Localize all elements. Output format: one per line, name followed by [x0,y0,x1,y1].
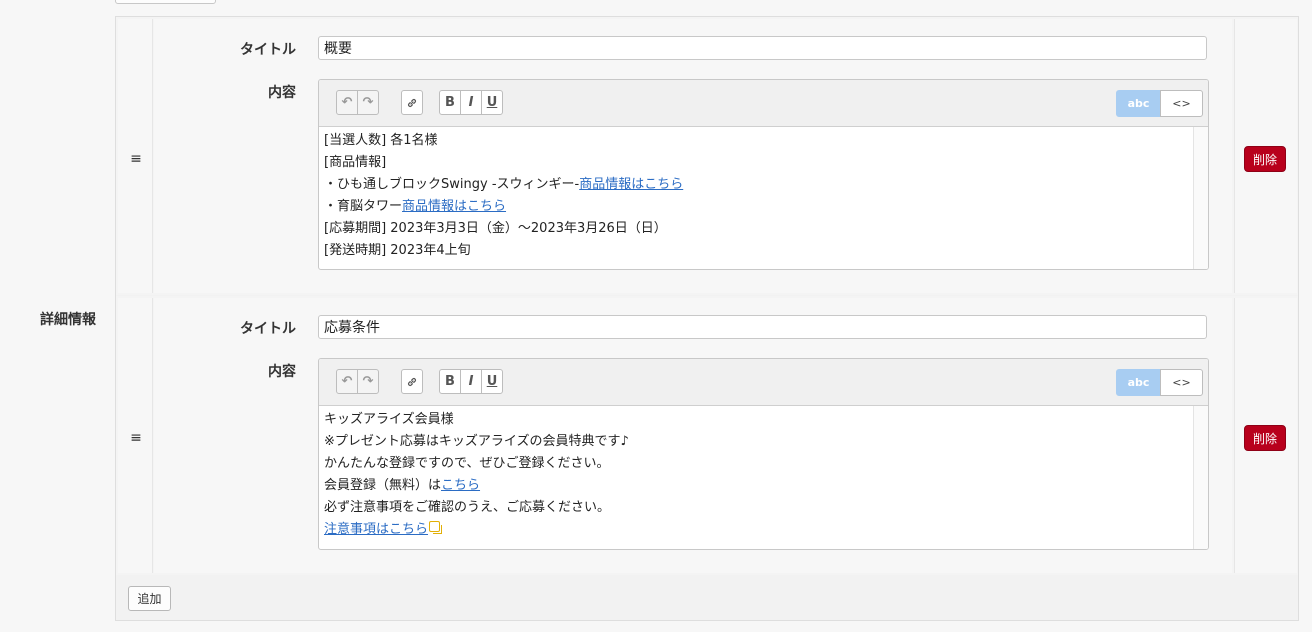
editor-body[interactable]: [当選人数] 各1名様 [商品情報] ・ひも通しブロックSwingy -スウィン… [319,127,1208,269]
registration-link[interactable]: こちら [441,478,480,493]
add-button[interactable]: 追加 [128,586,171,611]
title-input[interactable] [318,36,1207,60]
external-link-icon [429,521,443,534]
item-content-cell: タイトル 内容 ↶ ↷ B I [154,19,1232,293]
notes-link[interactable]: 注意事項はこちら [324,522,428,537]
drag-handle-icon[interactable]: ≡ [129,152,143,166]
detail-item-row: ≡ タイトル 内容 ↶ ↷ B [116,17,1298,295]
editor-scrollbar[interactable] [1193,406,1208,549]
delete-button[interactable]: 削除 [1244,425,1286,451]
rich-text-editor: ↶ ↷ B I U abc <> [318,358,1209,550]
content-label: 内容 [268,364,296,380]
content-line: かんたんな登録ですので、ぜひご登録ください。 [324,456,610,471]
content-label: 内容 [268,85,296,101]
code-mode-button[interactable]: <> [1160,90,1203,117]
section-label: 詳細情報 [40,312,96,328]
content-line: [発送時期] 2023年4上旬 [324,243,471,258]
content-line: ※プレゼント応募はキッズアライズの会員特典です♪ [324,434,629,449]
product-info-link[interactable]: 商品情報はこちら [579,177,683,192]
drag-handle-cell: ≡ [118,19,153,293]
title-label: タイトル [240,42,296,58]
redo-icon[interactable]: ↷ [357,369,379,394]
undo-icon[interactable]: ↶ [336,90,358,115]
rich-text-mode-button[interactable]: abc [1116,90,1161,117]
editor-body[interactable]: キッズアライズ会員様 ※プレゼント応募はキッズアライズの会員特典です♪ かんたん… [319,406,1208,549]
link-icon[interactable] [401,369,423,394]
code-mode-button[interactable]: <> [1160,369,1203,396]
content-line: 会員登録（無料）はこちら [324,478,481,493]
bold-icon[interactable]: B [439,369,461,394]
rich-text-editor: ↶ ↷ B I U abc <> [318,79,1209,270]
detail-items-table: ≡ タイトル 内容 ↶ ↷ B [115,16,1299,621]
content-line: 必ず注意事項をご確認のうえ、ご応募ください。 [324,500,611,515]
delete-button[interactable]: 削除 [1244,146,1286,172]
editor-toolbar: ↶ ↷ B I U abc <> [319,359,1208,406]
content-line: [商品情報] [324,155,387,170]
rich-text-mode-button[interactable]: abc [1116,369,1161,396]
underline-icon[interactable]: U [481,90,503,115]
content-line: [当選人数] 各1名様 [324,133,438,148]
item-content-cell: タイトル 内容 ↶ ↷ B I [154,298,1232,573]
item-action-cell: 削除 [1234,19,1297,293]
content-line: ・育脳タワー商品情報はこちら [324,199,507,214]
italic-icon[interactable]: I [460,90,482,115]
editor-toolbar: ↶ ↷ B I U abc <> [319,80,1208,127]
redo-icon[interactable]: ↷ [357,90,379,115]
title-input[interactable] [318,315,1207,339]
product-info-link[interactable]: 商品情報はこちら [402,199,506,214]
content-line: [応募期間] 2023年3月3日（金）〜2023年3月26日（日） [324,221,667,236]
underline-icon[interactable]: U [481,369,503,394]
title-label: タイトル [240,321,296,337]
italic-icon[interactable]: I [460,369,482,394]
drag-handle-cell: ≡ [118,298,153,573]
previous-field-button[interactable] [115,0,216,4]
item-action-cell: 削除 [1234,298,1297,573]
detail-item-row: ≡ タイトル 内容 ↶ ↷ B [116,296,1298,575]
undo-icon[interactable]: ↶ [336,369,358,394]
drag-handle-icon[interactable]: ≡ [129,431,143,445]
link-icon[interactable] [401,90,423,115]
content-line: 注意事項はこちら [324,519,1203,541]
content-line: キッズアライズ会員様 [324,412,454,427]
bold-icon[interactable]: B [439,90,461,115]
editor-scrollbar[interactable] [1193,127,1208,269]
content-line: ・ひも通しブロックSwingy -スウィンギー-商品情報はこちら [324,177,684,192]
